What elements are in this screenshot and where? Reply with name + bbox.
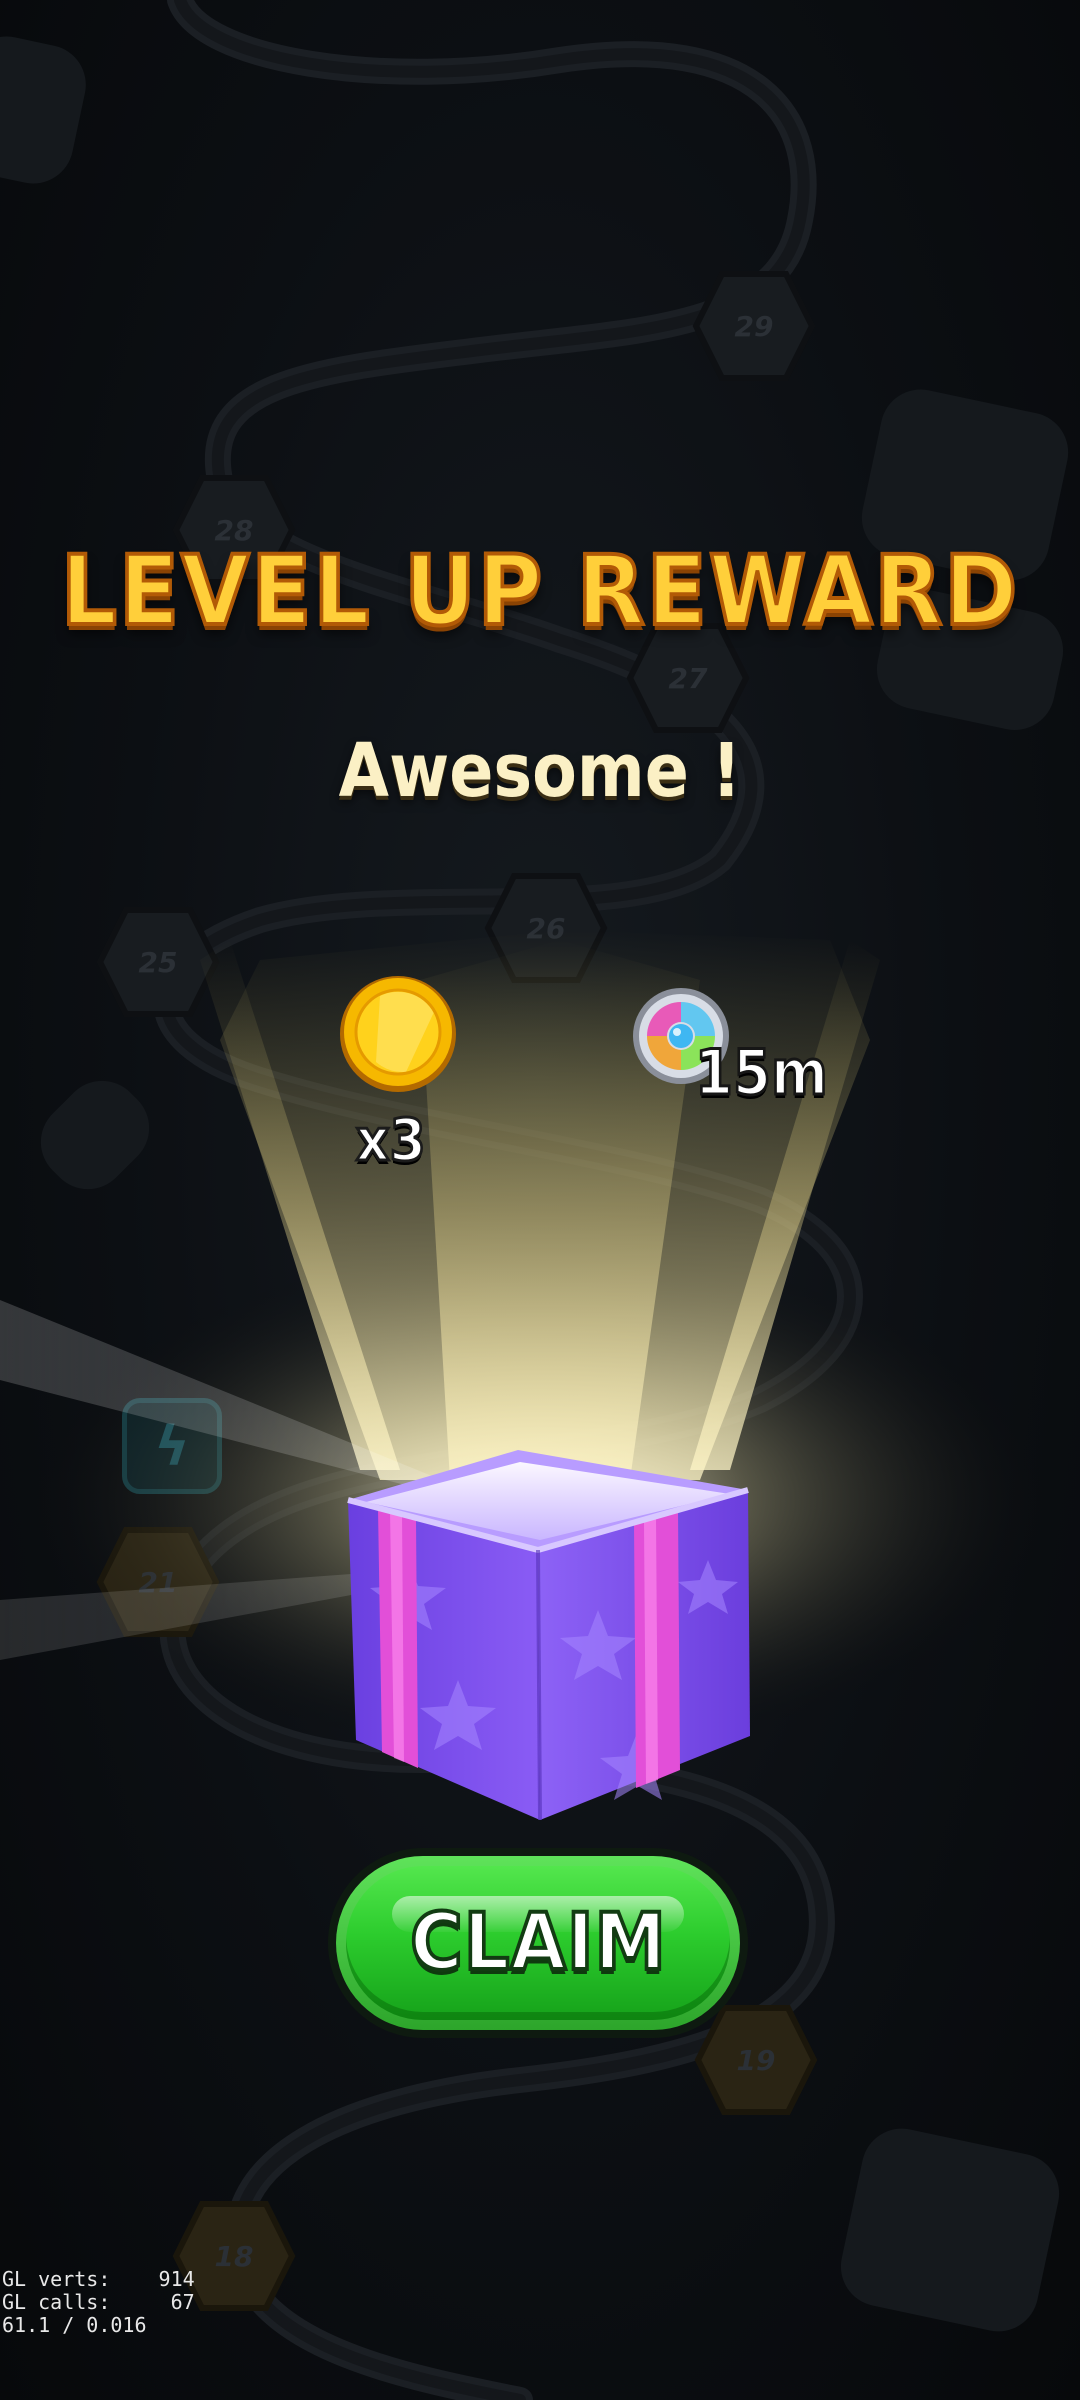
debug-stats: GL verts: 914 GL calls: 67 61.1 / 0.016 [2, 2268, 195, 2337]
gl-calls-label: GL calls: [2, 2290, 111, 2314]
level-node-19: 19 [694, 2004, 818, 2116]
gold-coin-icon [340, 976, 456, 1092]
claim-button[interactable]: CLAIM [328, 1848, 748, 2038]
reward-title: LEVEL UP REWARD [59, 533, 1020, 649]
gl-verts-label: GL verts: [2, 2267, 111, 2291]
lightning-icon: ϟ [122, 1398, 222, 1494]
level-node-25: 25 [96, 906, 220, 1018]
gl-verts-value: 914 [158, 2267, 195, 2291]
level-node-29: 29 [692, 270, 816, 382]
reward-subtitle: Awesome ! [338, 728, 742, 814]
level-map-background: ϟ 29 28 27 26 25 21 19 18 [0, 0, 1080, 2400]
gl-calls-value: 67 [170, 2290, 195, 2314]
fps-value: 61.1 / 0.016 [2, 2313, 147, 2337]
gift-box-icon [347, 1450, 750, 1821]
claim-button-label: CLAIM [408, 1896, 667, 1990]
map-path [153, 0, 863, 2400]
coin-reward-amount: x3 [355, 1105, 428, 1176]
level-up-reward-screen: ϟ 29 28 27 26 25 21 19 18 LEVEL UP REWAR… [0, 0, 1080, 2400]
level-node-21: 21 [96, 1526, 220, 1638]
booster-reward-amount: 15m [694, 1035, 829, 1111]
level-node-26: 26 [484, 872, 608, 984]
claim-button-face: CLAIM [346, 1866, 730, 2020]
